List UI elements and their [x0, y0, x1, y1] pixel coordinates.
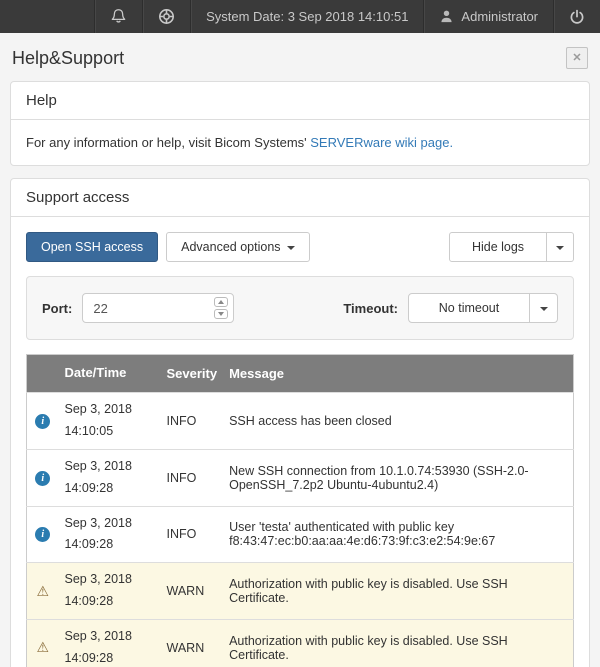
log-row: ⚠Sep 3, 201814:09:28WARNAuthorization wi…	[27, 620, 574, 667]
advanced-options-button[interactable]: Advanced options	[166, 232, 309, 262]
port-spinner	[214, 297, 228, 319]
page-title: Help&Support	[12, 48, 124, 69]
port-field-wrap	[82, 293, 234, 323]
warning-icon: ⚠	[27, 620, 59, 667]
header-icon-col	[27, 355, 59, 393]
header-severity: Severity	[161, 355, 224, 393]
port-input[interactable]	[82, 293, 234, 323]
timeout-label: Timeout:	[343, 301, 398, 316]
log-severity: INFO	[161, 506, 224, 563]
log-message: User 'testa' authenticated with public k…	[223, 506, 573, 563]
log-table-body: iSep 3, 201814:10:05INFOSSH access has b…	[27, 393, 574, 667]
user-icon	[439, 9, 454, 24]
ssh-options-box: Port: Timeout: No timeout	[26, 276, 574, 340]
system-date: System Date: 3 Sep 2018 14:10:51	[190, 0, 423, 33]
log-row: iSep 3, 201814:09:28INFOUser 'testa' aut…	[27, 506, 574, 563]
spinner-down-button[interactable]	[214, 309, 228, 319]
support-panel-title: Support access	[11, 179, 589, 217]
hide-logs-group: Hide logs	[449, 232, 574, 262]
header-datetime: Date/Time	[59, 355, 161, 393]
log-severity: INFO	[161, 393, 224, 450]
info-icon: i	[27, 393, 59, 450]
lifering-icon	[158, 8, 175, 25]
support-button-row: Open SSH access Advanced options Hide lo…	[26, 232, 574, 262]
wiki-link[interactable]: SERVERware wiki page.	[310, 135, 453, 150]
hide-logs-dropdown-button[interactable]	[547, 232, 574, 262]
close-icon[interactable]: ✕	[566, 47, 588, 69]
chevron-down-icon	[540, 307, 548, 311]
log-datetime: Sep 3, 201814:09:28	[59, 563, 161, 620]
support-panel-body: Open SSH access Advanced options Hide lo…	[11, 217, 589, 667]
chevron-down-icon	[556, 246, 564, 250]
topbar: System Date: 3 Sep 2018 14:10:51 Adminis…	[0, 0, 600, 33]
header-message: Message	[223, 355, 573, 393]
page-title-row: Help&Support ✕	[0, 33, 600, 81]
support-access-panel: Support access Open SSH access Advanced …	[10, 178, 590, 667]
user-menu[interactable]: Administrator	[423, 0, 553, 33]
log-datetime: Sep 3, 201814:09:28	[59, 506, 161, 563]
power-icon	[569, 9, 585, 25]
log-datetime: Sep 3, 201814:09:28	[59, 449, 161, 506]
log-row: iSep 3, 201814:10:05INFOSSH access has b…	[27, 393, 574, 450]
help-panel-body: For any information or help, visit Bicom…	[11, 120, 589, 165]
log-datetime: Sep 3, 201814:09:28	[59, 620, 161, 667]
system-date-label: System Date: 3 Sep 2018 14:10:51	[206, 9, 408, 24]
warning-icon: ⚠	[27, 563, 59, 620]
log-table-header-row: Date/Time Severity Message	[27, 355, 574, 393]
log-message: Authorization with public key is disable…	[223, 563, 573, 620]
bell-icon	[110, 8, 127, 25]
chevron-down-icon	[287, 246, 295, 250]
log-table: Date/Time Severity Message iSep 3, 20181…	[26, 354, 574, 667]
log-datetime: Sep 3, 201814:10:05	[59, 393, 161, 450]
log-message: SSH access has been closed	[223, 393, 573, 450]
notifications-button[interactable]	[94, 0, 142, 33]
logout-button[interactable]	[553, 0, 600, 33]
log-severity: WARN	[161, 563, 224, 620]
timeout-value[interactable]: No timeout	[408, 293, 530, 323]
chevron-up-icon	[218, 300, 224, 304]
open-ssh-access-button[interactable]: Open SSH access	[26, 232, 158, 262]
info-icon: i	[27, 506, 59, 563]
log-message: New SSH connection from 10.1.0.74:53930 …	[223, 449, 573, 506]
help-panel-title: Help	[11, 82, 589, 120]
help-text: For any information or help, visit Bicom…	[26, 135, 310, 150]
chevron-down-icon	[218, 312, 224, 316]
log-severity: INFO	[161, 449, 224, 506]
log-message: Authorization with public key is disable…	[223, 620, 573, 667]
timeout-dropdown-button[interactable]	[530, 293, 558, 323]
support-button[interactable]	[142, 0, 190, 33]
info-icon: i	[27, 449, 59, 506]
spinner-up-button[interactable]	[214, 297, 228, 307]
timeout-select: No timeout	[408, 293, 558, 323]
log-row: ⚠Sep 3, 201814:09:28WARNAuthorization wi…	[27, 563, 574, 620]
advanced-options-label: Advanced options	[181, 239, 280, 255]
port-label: Port:	[42, 301, 72, 316]
log-severity: WARN	[161, 620, 224, 667]
user-name: Administrator	[461, 9, 538, 24]
log-row: iSep 3, 201814:09:28INFONew SSH connecti…	[27, 449, 574, 506]
hide-logs-button[interactable]: Hide logs	[449, 232, 547, 262]
help-panel: Help For any information or help, visit …	[10, 81, 590, 166]
